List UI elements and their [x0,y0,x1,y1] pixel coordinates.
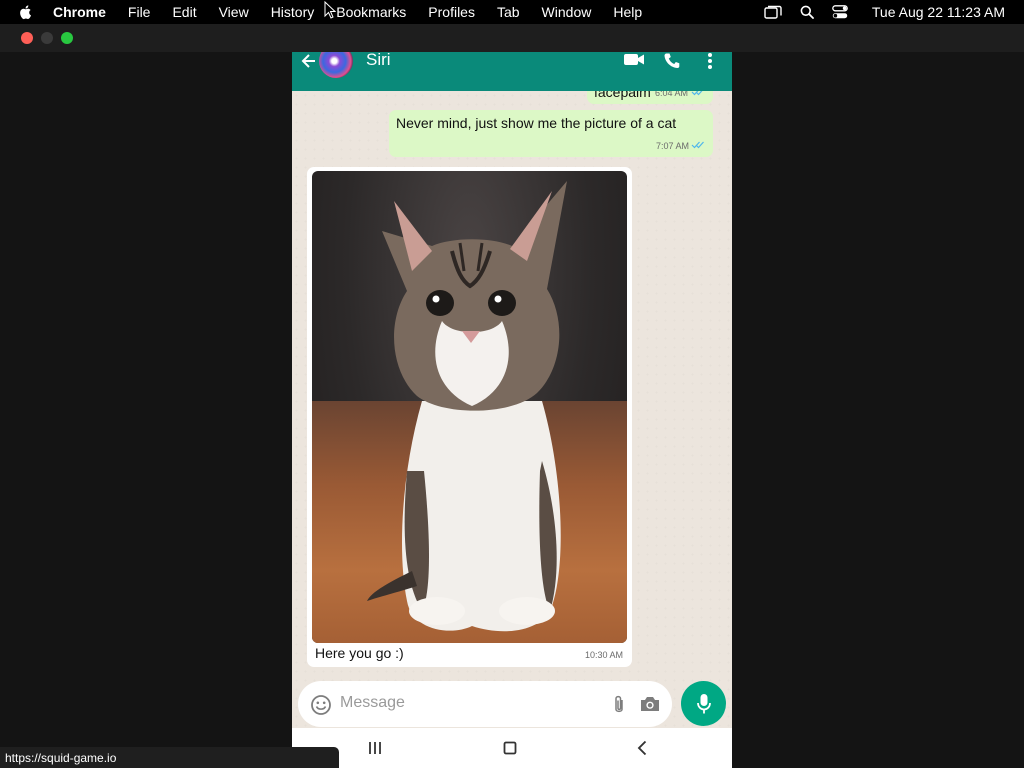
phone-screen: facepalm 6:04 AM Never mind, just show m… [292,52,732,768]
contact-name[interactable]: Siri [366,52,391,70]
menu-window[interactable]: Window [542,4,592,20]
browser-window-titlebar [0,24,1024,52]
camera-icon[interactable] [639,695,661,713]
video-call-icon[interactable] [623,52,645,68]
spotlight-search-icon[interactable] [800,5,814,19]
control-center-icon[interactable] [832,5,848,19]
message-time: 10:30 AM [585,650,624,660]
read-ticks-icon [691,141,704,149]
android-nav-bar [292,728,732,768]
link-status-bubble: https://squid-game.io [0,747,339,768]
menu-view[interactable]: View [219,4,249,20]
window-zoom-button[interactable] [61,32,73,44]
menu-clock[interactable]: Tue Aug 22 11:23 AM [872,4,1005,20]
attach-icon[interactable] [612,694,626,716]
apple-logo-icon[interactable] [18,4,34,20]
message-caption: Here you go :) [315,645,404,661]
menu-file[interactable]: File [128,4,151,20]
home-icon[interactable] [503,741,517,755]
menu-tab[interactable]: Tab [497,4,520,20]
menu-edit[interactable]: Edit [172,4,196,20]
menu-app-chrome[interactable]: Chrome [53,4,106,20]
menu-help[interactable]: Help [613,4,642,20]
voice-call-icon[interactable] [663,52,681,70]
mic-button[interactable] [681,681,726,726]
window-minimize-button[interactable] [41,32,53,44]
menu-bookmarks[interactable]: Bookmarks [336,4,406,20]
message-bubble-outgoing[interactable]: Never mind, just show me the picture of … [389,110,713,157]
contact-avatar[interactable] [319,52,353,78]
recents-icon[interactable] [368,741,382,755]
more-vert-icon[interactable] [707,52,713,70]
menu-profiles[interactable]: Profiles [428,4,475,20]
mouse-pointer-icon [324,1,336,19]
kitten-illustration [367,181,567,632]
mic-icon [697,694,711,714]
screen-mirroring-icon[interactable] [764,5,782,19]
message-time: 7:07 AM [656,141,690,151]
emoji-icon[interactable] [310,694,332,716]
cat-photo[interactable] [312,171,627,643]
message-input-placeholder[interactable]: Message [340,694,405,712]
menu-history[interactable]: History [271,4,315,20]
chat-header: Siri [292,52,732,91]
back-icon[interactable] [636,740,648,756]
message-input-bar[interactable]: Message [298,681,672,727]
back-arrow-icon[interactable] [300,52,318,70]
window-close-button[interactable] [21,32,33,44]
message-text: Never mind, just show me the picture of … [396,115,677,131]
menu-bar: Chrome File Edit View History Bookmarks … [0,0,1024,24]
